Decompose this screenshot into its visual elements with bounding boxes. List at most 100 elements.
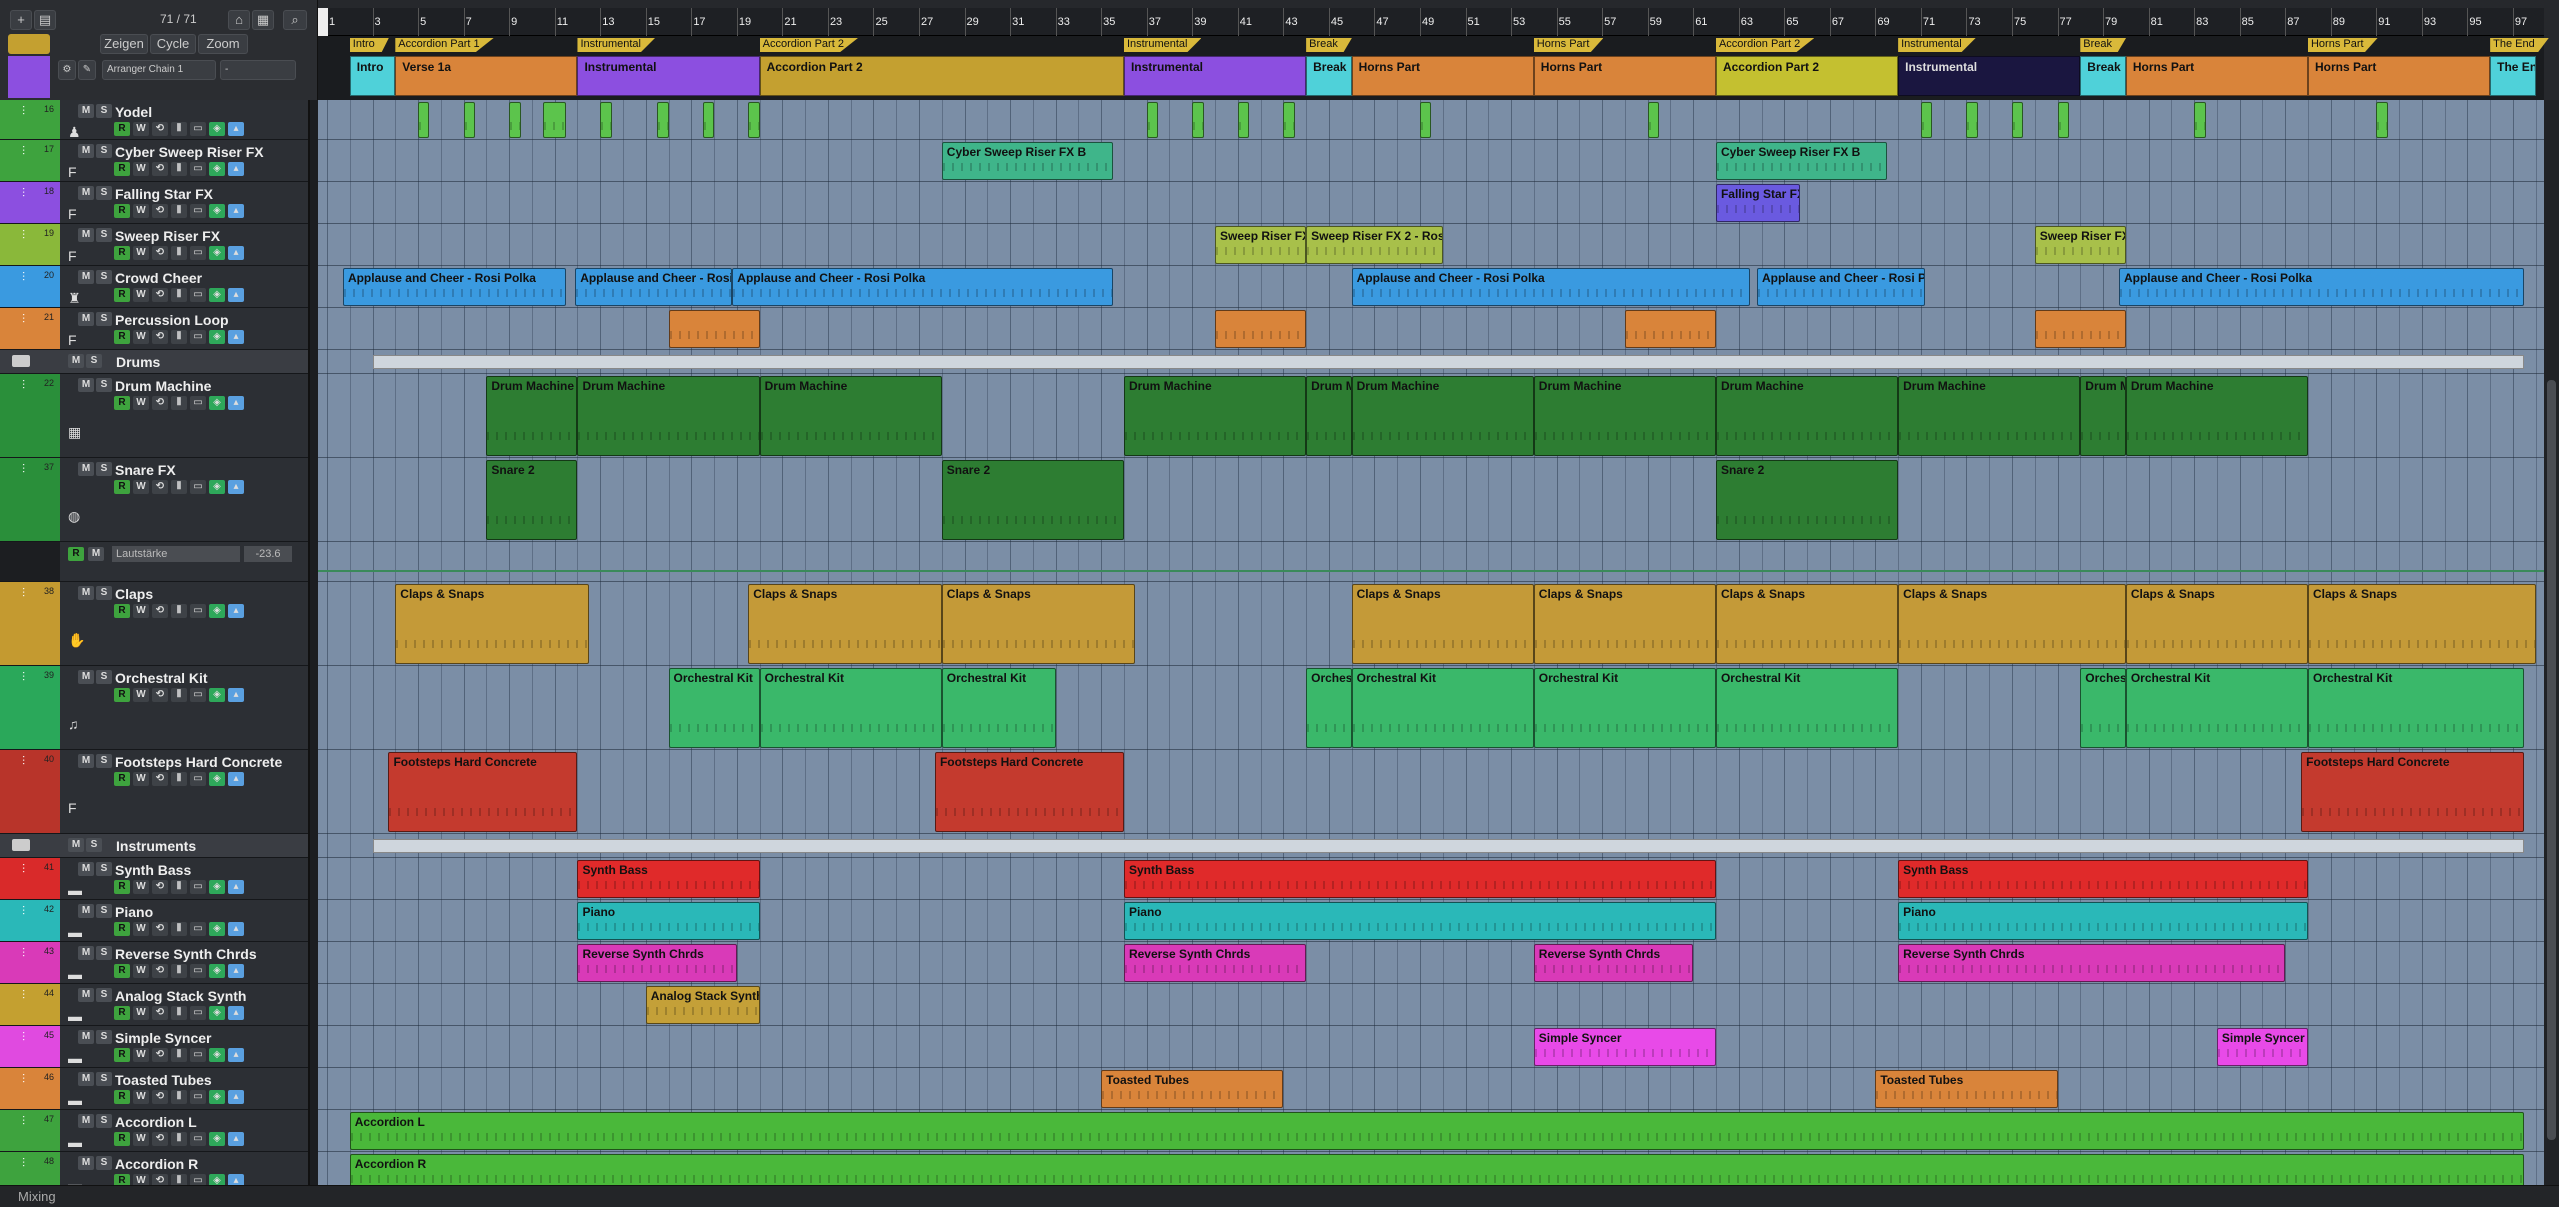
edit-channel-button[interactable]: ◈ <box>209 480 225 494</box>
edit-channel-button[interactable]: ◈ <box>209 772 225 786</box>
solo-button[interactable]: S <box>96 228 112 242</box>
solo-button[interactable]: S <box>96 754 112 768</box>
solo-button[interactable]: S <box>96 1030 112 1044</box>
channel-settings-button[interactable]: ▴ <box>228 330 244 344</box>
folder-button[interactable] <box>8 34 50 54</box>
vertical-scrollbar[interactable] <box>2544 100 2559 1185</box>
arranger-marker[interactable]: Break <box>1306 38 1352 52</box>
event[interactable]: Falling Star FX <box>1715 184 1801 222</box>
arranger-event[interactable]: Verse 1a <box>395 56 578 96</box>
mute-button[interactable]: M <box>78 988 94 1002</box>
lock-button[interactable]: ⫴ <box>171 922 187 936</box>
track-name[interactable]: Claps <box>115 586 153 602</box>
mute-button[interactable]: M <box>78 144 94 158</box>
lanes-button[interactable]: ▭ <box>190 1132 206 1146</box>
arranger-event[interactable]: Instrumental <box>577 56 760 96</box>
event[interactable]: Applause and Cheer - Rosi Polka <box>2118 268 2525 306</box>
event[interactable]: Claps & Snaps <box>2307 584 2536 664</box>
solo-button[interactable]: S <box>96 104 112 118</box>
track-header[interactable]: ⫶ 45 M S Simple Syncer R W ⟲ ⫴ ▭ ◈ ▴ ▬ <box>0 1026 308 1068</box>
channel-settings-button[interactable]: ▴ <box>228 288 244 302</box>
track-name[interactable]: Drums <box>116 354 160 370</box>
track-name[interactable]: Sweep Riser FX <box>115 228 220 244</box>
solo-button[interactable]: S <box>86 354 102 368</box>
track-preset-icon[interactable]: ▤ <box>34 10 56 30</box>
record-enable-button[interactable]: R <box>114 330 130 344</box>
monitor-button[interactable]: ⟲ <box>152 396 168 410</box>
write-automation-button[interactable]: W <box>133 162 149 176</box>
write-automation-button[interactable]: W <box>133 1174 149 1185</box>
event[interactable] <box>1624 310 1716 348</box>
write-automation-button[interactable]: W <box>133 1132 149 1146</box>
event[interactable] <box>1966 102 1978 138</box>
arranger-marker[interactable]: Accordion Part 2 <box>1715 38 1815 52</box>
event[interactable]: Orchestral Kit <box>2125 668 2308 748</box>
arranger-settings-icon[interactable]: ⚙ <box>58 60 76 80</box>
arranger-event[interactable]: Horns Part <box>2125 56 2308 96</box>
event[interactable]: Drum Machine <box>1123 376 1307 456</box>
event[interactable]: Claps & Snaps <box>1351 584 1534 664</box>
event[interactable]: Snare 2 <box>941 460 1124 540</box>
solo-button[interactable]: S <box>96 186 112 200</box>
event[interactable]: Applause and Cheer - Rosi Polka <box>1351 268 1751 306</box>
event[interactable]: Sweep Riser FX 2 - Rosi Polka <box>1306 226 1443 264</box>
edit-channel-button[interactable]: ◈ <box>209 922 225 936</box>
track-header[interactable]: ⫶ 44 M S Analog Stack Synth R W ⟲ ⫴ ▭ ◈ ▴ ▬ <box>0 984 308 1026</box>
lock-button[interactable]: ⫴ <box>171 246 187 260</box>
lanes-button[interactable]: ▭ <box>190 330 206 344</box>
lanes-button[interactable]: ▭ <box>190 162 206 176</box>
event[interactable]: Claps & Snaps <box>395 584 589 664</box>
event[interactable]: Reverse Synth Chrds <box>577 944 737 982</box>
monitor-button[interactable]: ⟲ <box>152 1006 168 1020</box>
event[interactable]: Drum M <box>2080 376 2126 456</box>
lanes-button[interactable]: ▭ <box>190 604 206 618</box>
monitor-button[interactable]: ⟲ <box>152 330 168 344</box>
mute-button[interactable]: M <box>68 354 84 368</box>
home-icon[interactable]: ⌂ <box>228 10 250 30</box>
channel-settings-button[interactable]: ▴ <box>228 162 244 176</box>
channel-settings-button[interactable]: ▴ <box>228 480 244 494</box>
solo-button[interactable]: S <box>96 670 112 684</box>
event[interactable] <box>1419 102 1432 138</box>
edit-channel-button[interactable]: ◈ <box>209 122 225 136</box>
event[interactable] <box>1215 310 1307 348</box>
event[interactable]: Orchestral Kit <box>668 668 760 748</box>
record-enable-button[interactable]: R <box>114 1132 130 1146</box>
lanes-button[interactable]: ▭ <box>190 122 206 136</box>
monitor-button[interactable]: ⟲ <box>152 204 168 218</box>
event[interactable] <box>2376 102 2388 138</box>
event[interactable]: Piano <box>1898 902 2308 940</box>
track-header[interactable]: ⫶ 20 M S Crowd Cheer R W ⟲ ⫴ ▭ ◈ ▴ ♜ <box>0 266 308 308</box>
lock-button[interactable]: ⫴ <box>171 772 187 786</box>
lock-button[interactable]: ⫴ <box>171 204 187 218</box>
mute-button[interactable]: M <box>78 754 94 768</box>
event[interactable]: Drum Machine <box>1715 376 1899 456</box>
lanes-button[interactable]: ▭ <box>190 880 206 894</box>
event[interactable]: Reverse Synth Chrds <box>1123 944 1307 982</box>
track-header[interactable]: ⫶ 46 M S Toasted Tubes R W ⟲ ⫴ ▭ ◈ ▴ ▬ <box>0 1068 308 1110</box>
arranger-event[interactable]: Intro <box>349 56 396 96</box>
mute-button[interactable]: M <box>78 462 94 476</box>
record-enable-button[interactable]: R <box>114 162 130 176</box>
track-name[interactable]: Cyber Sweep Riser FX <box>115 144 264 160</box>
event[interactable]: Drum Machine <box>2125 376 2308 456</box>
mute-button[interactable]: M <box>78 228 94 242</box>
folder-icon[interactable] <box>12 355 30 367</box>
event[interactable]: Orchestral Kit <box>1715 668 1899 748</box>
event[interactable]: Drum Machine <box>1898 376 2081 456</box>
mute-button[interactable]: M <box>78 946 94 960</box>
track-header[interactable]: ⫶ 38 M S Claps R W ⟲ ⫴ ▭ ◈ ▴ ✋ <box>0 582 308 666</box>
monitor-button[interactable]: ⟲ <box>152 922 168 936</box>
write-automation-button[interactable]: W <box>133 480 149 494</box>
arranger-event[interactable]: The End <box>2490 56 2536 96</box>
arranger-marker[interactable]: Instrumental <box>1123 38 1202 52</box>
arranger-event[interactable]: Instrumental <box>1123 56 1307 96</box>
record-enable-button[interactable]: R <box>114 1006 130 1020</box>
lanes-button[interactable]: ▭ <box>190 480 206 494</box>
lock-button[interactable]: ⫴ <box>171 162 187 176</box>
channel-settings-button[interactable]: ▴ <box>228 772 244 786</box>
track-header[interactable]: ⫶ 39 M S Orchestral Kit R W ⟲ ⫴ ▭ ◈ ▴ ♫ <box>0 666 308 750</box>
event[interactable]: Simple Syncer <box>1533 1028 1716 1066</box>
event[interactable]: Piano <box>1123 902 1716 940</box>
write-automation-button[interactable]: W <box>133 396 149 410</box>
